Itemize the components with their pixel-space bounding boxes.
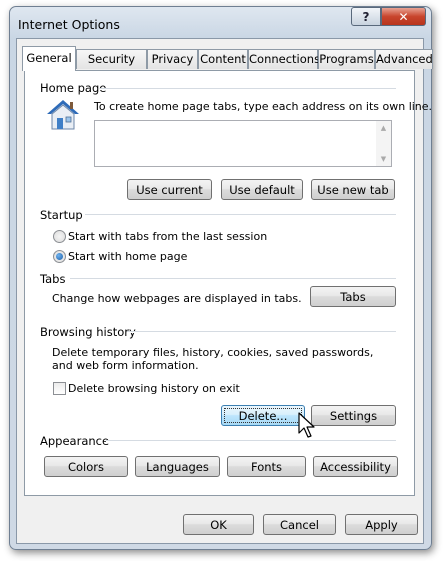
startup-home-page-radio[interactable]: [53, 250, 66, 263]
use-default-button[interactable]: Use default: [221, 179, 303, 200]
appearance-group-label: Appearance: [40, 434, 110, 448]
delete-on-exit-checkbox[interactable]: [53, 382, 66, 395]
startup-divider: [85, 214, 396, 216]
accessibility-button[interactable]: Accessibility: [313, 456, 398, 477]
delete-on-exit-label[interactable]: Delete browsing history on exit: [68, 382, 240, 395]
history-settings-button[interactable]: Settings: [311, 405, 396, 426]
scroll-up-icon[interactable]: ▲: [381, 124, 386, 132]
address-scrollbar[interactable]: ▲ ▼: [376, 121, 391, 166]
mouse-cursor-icon: [298, 412, 316, 440]
tabs-settings-button[interactable]: Tabs: [310, 286, 396, 307]
scroll-down-icon[interactable]: ▼: [381, 155, 386, 163]
startup-last-session-label[interactable]: Start with tabs from the last session: [68, 230, 267, 243]
appearance-divider: [106, 440, 396, 442]
startup-last-session-radio[interactable]: [53, 230, 66, 243]
delete-history-button[interactable]: Delete...: [221, 405, 305, 426]
delete-history-button-label: Delete...: [238, 408, 288, 423]
ok-button[interactable]: OK: [183, 514, 254, 535]
home-page-group-label: Home page: [40, 81, 107, 95]
browsing-history-group-label: Browsing history: [40, 325, 136, 339]
home-page-description: To create home page tabs, type each addr…: [94, 100, 433, 113]
tabs-group-label: Tabs: [40, 272, 66, 286]
startup-home-page-label[interactable]: Start with home page: [68, 250, 187, 263]
home-page-divider: [100, 88, 396, 90]
startup-group-label: Startup: [40, 208, 83, 222]
apply-button[interactable]: Apply: [345, 514, 418, 535]
languages-button[interactable]: Languages: [135, 456, 220, 477]
browsing-history-divider: [127, 331, 396, 333]
cancel-button[interactable]: Cancel: [263, 514, 336, 535]
use-current-button[interactable]: Use current: [127, 179, 212, 200]
house-icon: [46, 99, 80, 131]
fonts-button[interactable]: Fonts: [227, 456, 306, 477]
tabs-divider: [70, 278, 396, 280]
colors-button[interactable]: Colors: [44, 456, 128, 477]
home-page-address-input[interactable]: ▲ ▼: [94, 120, 392, 167]
use-new-tab-button[interactable]: Use new tab: [311, 179, 395, 200]
tabs-description: Change how webpages are displayed in tab…: [52, 292, 302, 305]
browsing-history-description: Delete temporary files, history, cookies…: [52, 346, 374, 372]
